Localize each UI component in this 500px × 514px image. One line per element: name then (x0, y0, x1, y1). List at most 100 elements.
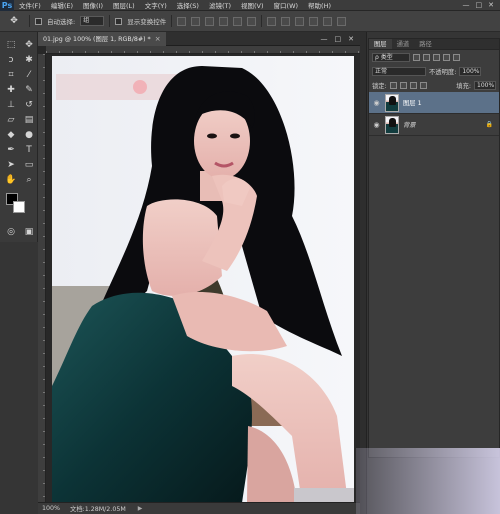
lock-all-icon[interactable] (419, 81, 427, 89)
collapsed-panel-strip (360, 32, 367, 514)
minimize-button[interactable]: — (463, 1, 470, 9)
menu-select[interactable]: 选择(S) (172, 0, 204, 10)
blur-tool-icon[interactable]: ◆ (3, 128, 19, 142)
move-tool-icon[interactable]: ✥ (21, 38, 37, 52)
filter-smart-icon[interactable] (453, 53, 460, 61)
separator (29, 15, 30, 27)
align-left-icon[interactable] (219, 16, 229, 26)
eye-icon[interactable]: ◉ (372, 99, 381, 107)
horizontal-ruler (46, 46, 360, 54)
auto-select-label: 自动选择: (47, 18, 76, 26)
align-vcenter-icon[interactable] (191, 16, 201, 26)
show-transform-label: 显示变换控件 (127, 18, 167, 26)
lock-transparent-icon[interactable] (389, 81, 397, 89)
status-menu-arrow-icon[interactable]: ▶ (138, 505, 143, 512)
align-right-icon[interactable] (247, 16, 257, 26)
marquee-tool-icon[interactable]: ⬚ (3, 38, 19, 52)
blend-mode-select[interactable]: 正常 (372, 66, 426, 76)
auto-select-dropdown[interactable]: 组 (80, 16, 105, 26)
lock-icon: 🔒 (485, 121, 493, 128)
distribute-vcenter-icon[interactable] (281, 16, 291, 26)
close-button[interactable]: ✕ (488, 1, 494, 9)
fill-input[interactable]: 100% (474, 80, 496, 90)
menu-view[interactable]: 视图(V) (236, 0, 269, 10)
healing-brush-icon[interactable]: ✚ (3, 83, 19, 97)
close-icon[interactable]: × (155, 35, 161, 43)
zoom-level[interactable]: 100% (42, 505, 60, 512)
distribute-hcenter-icon[interactable] (323, 16, 333, 26)
align-bottom-icon[interactable] (205, 16, 215, 26)
doc-minimize-button[interactable]: — (321, 35, 328, 43)
crop-tool-icon[interactable]: ⌗ (3, 68, 19, 82)
move-tool-icon[interactable]: ✥ (4, 14, 24, 28)
distribute-top-icon[interactable] (267, 16, 277, 26)
layer-name: 背景 (403, 122, 416, 129)
shape-tool-icon[interactable]: ▭ (21, 158, 37, 172)
lock-label: 锁定: (372, 82, 387, 90)
distribute-left-icon[interactable] (309, 16, 319, 26)
menu-image[interactable]: 图像(I) (78, 0, 108, 10)
document-tab[interactable]: 01.jpg @ 100% (图层 1, RGB/8#) * × (38, 31, 166, 46)
auto-select-checkbox[interactable] (35, 17, 42, 25)
brush-tool-icon[interactable]: ✎ (21, 83, 37, 97)
menu-bar: Ps 文件(F) 编辑(E) 图像(I) 图层(L) 文字(Y) 选择(S) 滤… (0, 0, 500, 11)
tab-paths[interactable]: 路径 (414, 39, 437, 49)
menu-layer[interactable]: 图层(L) (108, 0, 140, 10)
eyedropper-tool-icon[interactable]: ⁄ (21, 68, 37, 82)
align-top-icon[interactable] (177, 16, 187, 26)
hand-tool-icon[interactable]: ✋ (3, 173, 19, 187)
dodge-tool-icon[interactable]: ● (21, 128, 37, 142)
menu-file[interactable]: 文件(F) (14, 0, 46, 10)
maximize-button[interactable]: □ (476, 1, 483, 9)
align-hcenter-icon[interactable] (233, 16, 243, 26)
doc-close-button[interactable]: ✕ (348, 35, 354, 43)
menu-window[interactable]: 窗口(W) (269, 0, 304, 10)
menu-filter[interactable]: 滤镜(T) (204, 0, 236, 10)
pen-tool-icon[interactable]: ✒ (3, 143, 19, 157)
lock-image-icon[interactable] (399, 81, 407, 89)
path-select-icon[interactable]: ➤ (3, 158, 19, 172)
blend-row: 正常 不透明度: 100% (369, 64, 499, 78)
eraser-tool-icon[interactable]: ▱ (3, 113, 19, 127)
distribute-bottom-icon[interactable] (295, 16, 305, 26)
screen-mode-icon[interactable]: ▣ (21, 225, 37, 239)
canvas-image (52, 56, 354, 503)
eye-icon[interactable]: ◉ (372, 121, 381, 129)
background-color[interactable] (13, 201, 25, 213)
tool-grid-bottom: ◎ ▣ (0, 219, 37, 239)
tab-layers[interactable]: 图层 (369, 39, 392, 49)
zoom-tool-icon[interactable]: ⌕ (21, 173, 37, 187)
layer-thumbnail (385, 93, 399, 112)
layer-kind-filter[interactable]: ρ 类型 (372, 52, 410, 62)
doc-maximize-button[interactable]: □ (335, 35, 342, 43)
menu-type[interactable]: 文字(Y) (140, 0, 172, 10)
document-info: 文档:1.28M/2.05M (70, 506, 126, 513)
clone-stamp-icon[interactable]: ⊥ (3, 98, 19, 112)
lock-position-icon[interactable] (409, 81, 417, 89)
show-transform-checkbox[interactable] (115, 17, 123, 25)
canvas[interactable] (52, 56, 354, 503)
opacity-input[interactable]: 100% (459, 66, 482, 76)
ps-logo: Ps (0, 0, 14, 11)
filter-type-icon[interactable] (433, 53, 440, 61)
separator (261, 15, 263, 27)
gradient-tool-icon[interactable]: ▤ (21, 113, 37, 127)
type-tool-icon[interactable]: T (21, 143, 37, 157)
layer-row-background[interactable]: ◉ 背景 🔒 (369, 114, 499, 136)
filter-shape-icon[interactable] (443, 53, 450, 61)
menu-help[interactable]: 帮助(H) (303, 0, 336, 10)
opacity-label: 不透明度: (429, 68, 457, 76)
document-title: 01.jpg @ 100% (图层 1, RGB/8#) * (43, 36, 151, 43)
layer-row-layer1[interactable]: ◉ 图层 1 (369, 92, 499, 114)
magic-wand-icon[interactable]: ✱ (21, 53, 37, 67)
history-brush-icon[interactable]: ↺ (21, 98, 37, 112)
vertical-ruler (38, 54, 46, 502)
filter-adjust-icon[interactable] (423, 53, 430, 61)
filter-pixel-icon[interactable] (413, 53, 420, 61)
document-area: 01.jpg @ 100% (图层 1, RGB/8#) * × — □ ✕ (38, 31, 360, 503)
quick-mask-icon[interactable]: ◎ (3, 225, 19, 239)
menu-edit[interactable]: 编辑(E) (46, 0, 78, 10)
distribute-right-icon[interactable] (337, 16, 347, 26)
lasso-tool-icon[interactable]: ↄ (3, 53, 19, 67)
tab-channels[interactable]: 通道 (392, 39, 415, 49)
